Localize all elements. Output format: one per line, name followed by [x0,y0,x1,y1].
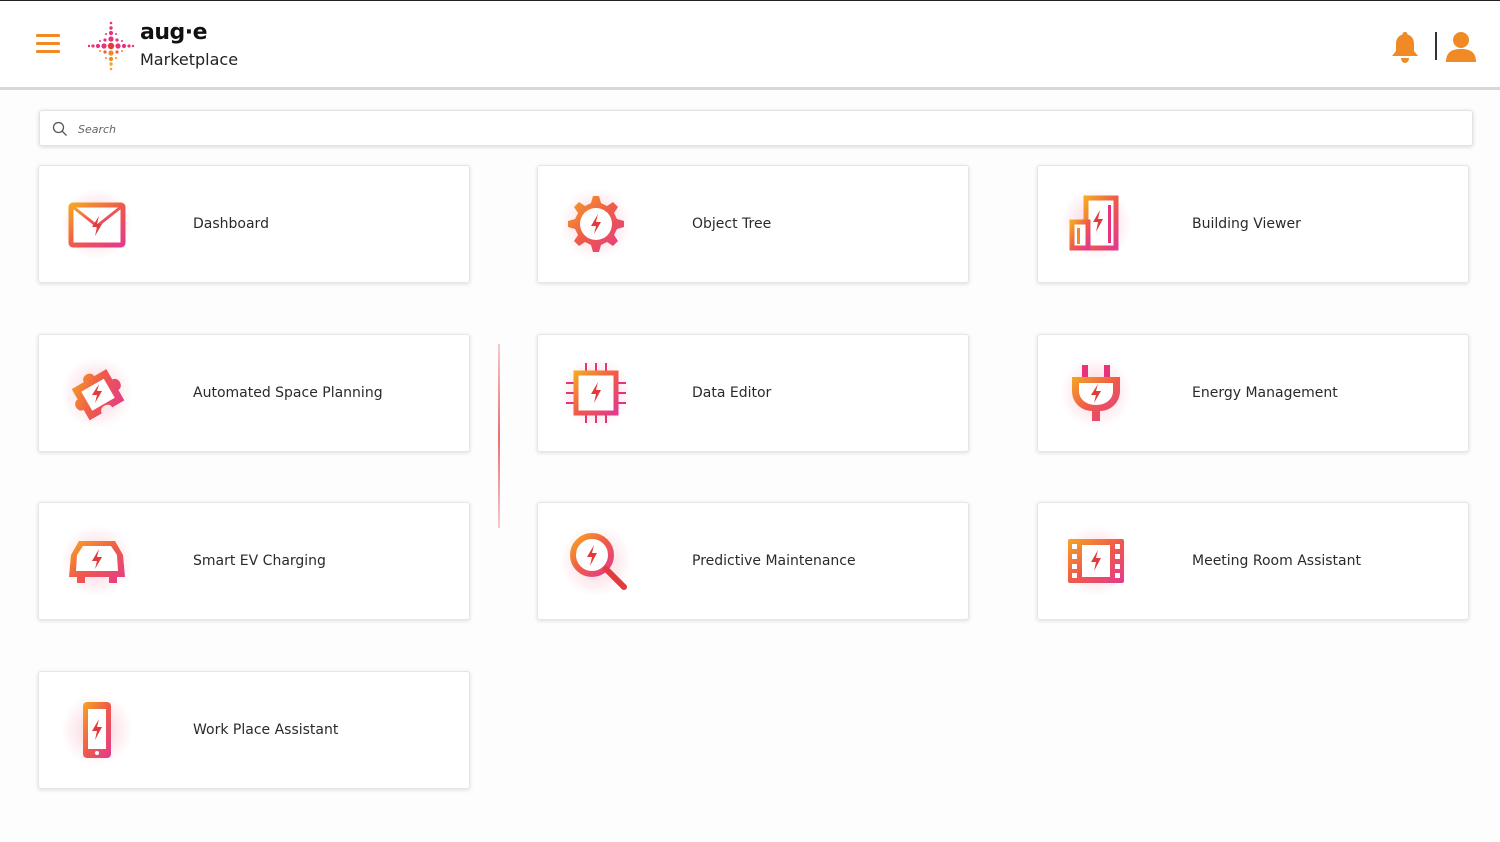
puzzle-bolt-icon [61,357,133,429]
envelope-bolt-icon [61,188,133,260]
brand-name: aug·e [140,20,208,45]
car-bolt-icon [61,525,133,597]
user-icon[interactable] [1446,31,1476,63]
app-card-building-viewer[interactable]: Building Viewer [1037,165,1469,283]
gear-bolt-icon [560,188,632,260]
app-card-object-tree[interactable]: Object Tree [537,165,969,283]
app-card-data-editor[interactable]: Data Editor [537,334,969,452]
app-card-label: Automated Space Planning [193,385,383,401]
app-card-label: Energy Management [1192,385,1338,401]
app-card-automated-space-planning[interactable]: Automated Space Planning [38,334,470,452]
building-bolt-icon [1060,188,1132,260]
filmstrip-bolt-icon [1060,525,1132,597]
brand-subtitle: Marketplace [140,50,239,69]
hamburger-icon[interactable] [36,34,60,56]
top-navigation-bar: aug·e Marketplace [0,0,1500,90]
app-card-label: Object Tree [692,216,772,232]
app-card-work-place-assistant[interactable]: Work Place Assistant [38,671,470,789]
header-divider [1435,32,1437,60]
app-card-label: Building Viewer [1192,216,1301,232]
chip-bolt-icon [560,357,632,429]
app-card-smart-ev-charging[interactable]: Smart EV Charging [38,502,470,620]
app-card-label: Work Place Assistant [193,722,339,738]
magnifier-bolt-icon [560,525,632,597]
search-icon [52,121,67,136]
plug-bolt-icon [1060,357,1132,429]
app-card-label: Predictive Maintenance [692,553,856,569]
app-card-label: Data Editor [692,385,772,401]
bell-icon[interactable] [1391,30,1419,64]
phone-bolt-icon [61,694,133,766]
search-bar[interactable] [39,110,1473,146]
app-card-dashboard[interactable]: Dashboard [38,165,470,283]
decorative-red-line [498,344,500,528]
app-card-predictive-maintenance[interactable]: Predictive Maintenance [537,502,969,620]
auge-logo-icon [87,21,135,71]
search-input[interactable] [76,117,1460,141]
app-card-meeting-room-assistant[interactable]: Meeting Room Assistant [1037,502,1469,620]
app-card-label: Smart EV Charging [193,553,326,569]
app-card-label: Meeting Room Assistant [1192,553,1361,569]
app-card-energy-management[interactable]: Energy Management [1037,334,1469,452]
app-card-label: Dashboard [193,216,269,232]
